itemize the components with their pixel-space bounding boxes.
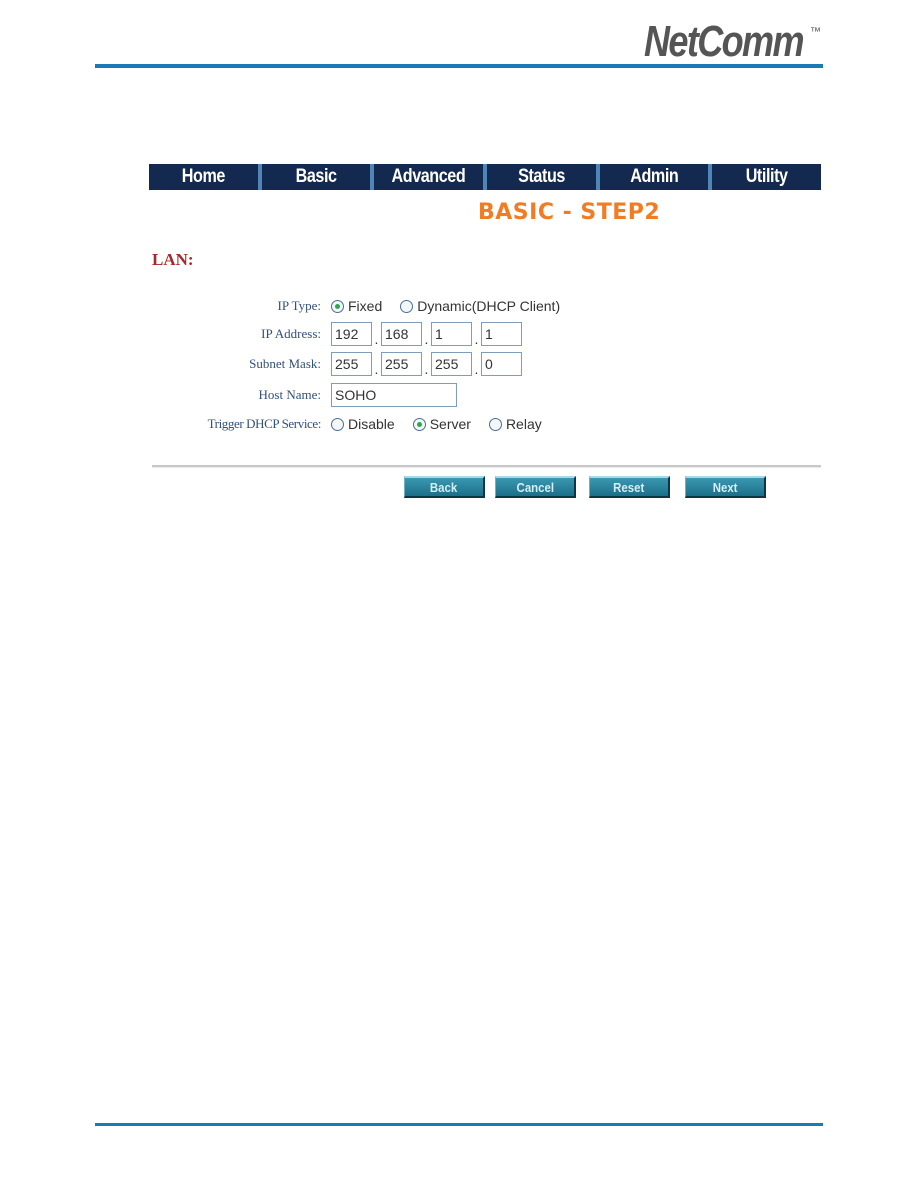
ip-type-fixed-radio[interactable] [331, 299, 344, 313]
nav-utility-label: Utility [745, 166, 788, 187]
host-name-input[interactable] [331, 383, 457, 407]
nav-home-label: Home [181, 166, 226, 187]
mask-separator: . [474, 361, 479, 377]
reset-button[interactable]: Reset [589, 476, 670, 498]
dhcp-disable-label: Disable [348, 416, 395, 432]
subnet-mask-label: Subnet Mask: [249, 356, 321, 371]
ip-separator: . [374, 331, 379, 347]
host-name-label: Host Name: [258, 387, 321, 402]
back-button-label: Back [430, 479, 458, 495]
nav-status-label: Status [517, 166, 565, 187]
host-name-row: Host Name: [150, 382, 457, 408]
page-title: BASIC - STEP2 [478, 200, 661, 225]
ip-address-octet-1[interactable] [331, 322, 372, 346]
dhcp-server-radio[interactable] [412, 417, 426, 431]
trademark-symbol: ™ [810, 26, 821, 38]
cancel-button[interactable]: Cancel [495, 476, 576, 498]
form-divider [152, 465, 821, 468]
next-button[interactable]: Next [685, 476, 766, 498]
subnet-mask-octet-4[interactable] [481, 352, 522, 376]
nav-status[interactable]: Status [487, 164, 600, 190]
dhcp-server-label: Server [429, 416, 471, 432]
dhcp-service-row: Trigger DHCP Service: Disable Server Rel… [150, 411, 560, 437]
subnet-mask-octet-2[interactable] [381, 352, 422, 376]
nav-utility[interactable]: Utility [712, 164, 822, 190]
ip-separator: . [474, 331, 479, 347]
dhcp-relay-option[interactable]: Relay [488, 416, 542, 432]
nav-admin-label: Admin [629, 166, 679, 187]
ip-address-octet-2[interactable] [381, 322, 422, 346]
nav-advanced-label: Advanced [391, 166, 466, 187]
ip-type-fixed-option[interactable]: Fixed [331, 298, 382, 314]
ip-address-label: IP Address: [261, 326, 321, 341]
ip-address-octet-4[interactable] [481, 322, 522, 346]
ip-type-dynamic-radio[interactable] [400, 299, 414, 313]
ip-type-label: IP Type: [277, 298, 321, 313]
ip-separator: . [424, 331, 429, 347]
header-rule [95, 64, 823, 68]
mask-separator: . [374, 361, 379, 377]
ip-address-octet-3[interactable] [431, 322, 472, 346]
subnet-mask-row: Subnet Mask: . . . [150, 351, 522, 377]
footer-rule [95, 1123, 823, 1126]
back-button[interactable]: Back [404, 476, 485, 498]
mask-separator: . [424, 361, 429, 377]
dhcp-service-label: Trigger DHCP Service: [207, 416, 322, 431]
ip-type-dynamic-label: Dynamic(DHCP Client) [417, 298, 561, 314]
section-label-lan: LAN: [152, 250, 194, 269]
subnet-mask-octet-3[interactable] [431, 352, 472, 376]
dhcp-disable-option[interactable]: Disable [331, 416, 395, 432]
ip-address-row: IP Address: . . . [150, 321, 522, 347]
subnet-mask-octet-1[interactable] [331, 352, 372, 376]
dhcp-server-option[interactable]: Server [412, 416, 471, 432]
reset-button-label: Reset [613, 479, 645, 495]
nav-admin[interactable]: Admin [599, 164, 713, 190]
nav-advanced[interactable]: Advanced [374, 164, 488, 190]
cancel-button-label: Cancel [516, 479, 554, 495]
netcomm-logo: NetComm [644, 17, 805, 66]
ip-type-fixed-label: Fixed [348, 298, 383, 314]
ip-type-row: IP Type: Fixed Dynamic(DHCP Client) [150, 293, 578, 319]
dhcp-relay-radio[interactable] [488, 417, 502, 431]
nav-basic-label: Basic [295, 166, 337, 187]
nav-basic[interactable]: Basic [261, 164, 375, 190]
dhcp-relay-label: Relay [505, 416, 542, 432]
ip-type-dynamic-option[interactable]: Dynamic(DHCP Client) [400, 298, 560, 314]
dhcp-disable-radio[interactable] [331, 417, 344, 431]
main-nav: Home Basic Advanced Status Admin Utility [149, 164, 822, 190]
next-button-label: Next [712, 479, 738, 495]
nav-home[interactable]: Home [149, 164, 262, 190]
